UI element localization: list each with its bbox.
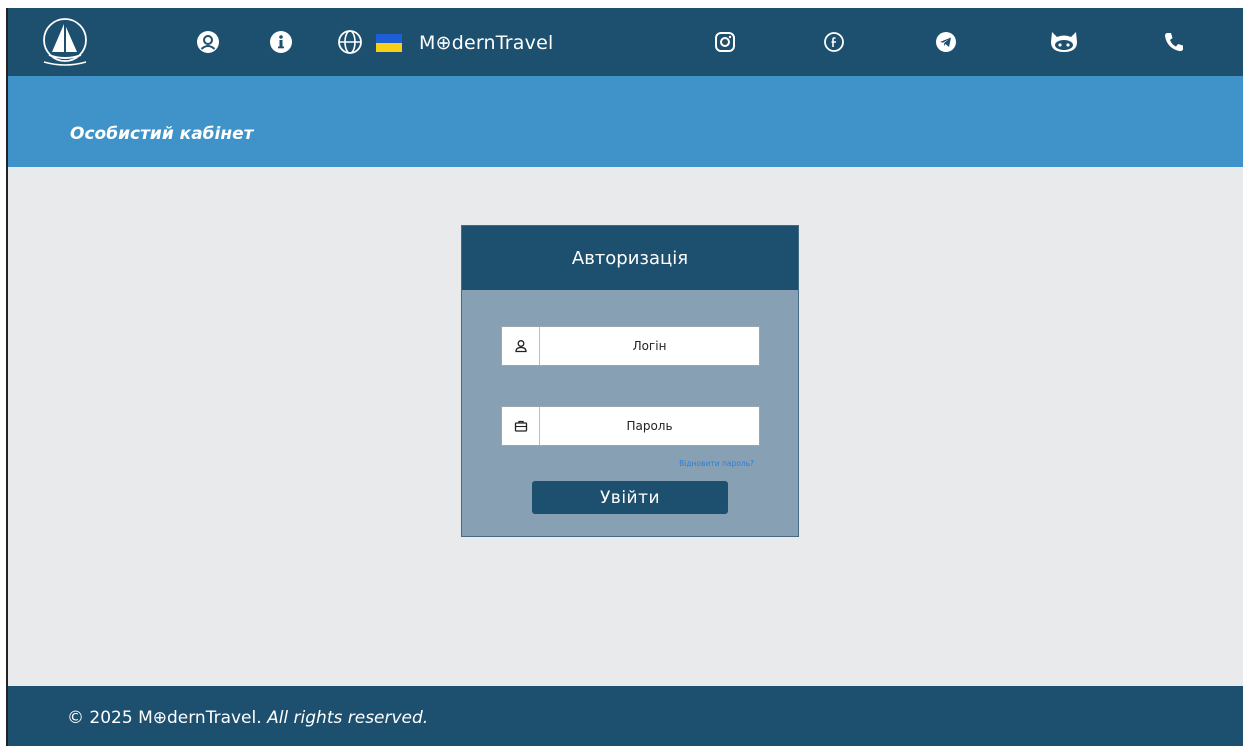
instagram-icon[interactable] (711, 28, 739, 56)
user-circle-icon[interactable] (194, 28, 222, 56)
sailboat-logo-icon[interactable] (40, 16, 90, 68)
user-icon (502, 327, 540, 365)
login-button[interactable]: Увійти (532, 481, 728, 514)
globe-icon[interactable] (336, 28, 364, 56)
forgot-password-link[interactable]: Відновити пароль? (679, 459, 754, 468)
telegram-icon[interactable] (932, 28, 960, 56)
ukraine-flag-icon[interactable] (376, 34, 402, 52)
login-input[interactable] (540, 327, 759, 365)
page-banner: Особистий кабінет (8, 76, 1243, 167)
footer-brand: M⊕dernTravel. (138, 708, 262, 728)
copyright-year: © 2025 (67, 708, 133, 728)
footer-copyright: © 2025 M⊕dernTravel. All rights reserved… (67, 708, 428, 728)
footer: © 2025 M⊕dernTravel. All rights reserved… (8, 686, 1243, 746)
footer-rights: All rights reserved. (267, 708, 429, 728)
brand-name[interactable]: M⊕dernTravel (419, 32, 553, 54)
github-icon[interactable] (1047, 28, 1081, 56)
page-frame: M⊕dernTravel Особистий кабінет Авторизац… (6, 8, 1243, 746)
briefcase-icon (502, 407, 540, 445)
login-card-title: Авторизація (462, 226, 798, 290)
top-navbar: M⊕dernTravel (8, 8, 1243, 76)
password-field[interactable] (501, 406, 760, 446)
page-title: Особистий кабінет (70, 124, 254, 144)
facebook-icon[interactable] (820, 28, 848, 56)
phone-icon[interactable] (1160, 28, 1188, 56)
info-icon[interactable] (267, 28, 295, 56)
password-input[interactable] (540, 407, 759, 445)
login-field[interactable] (501, 326, 760, 366)
login-card: Авторизація Відновити пароль? Увійт (461, 225, 799, 537)
